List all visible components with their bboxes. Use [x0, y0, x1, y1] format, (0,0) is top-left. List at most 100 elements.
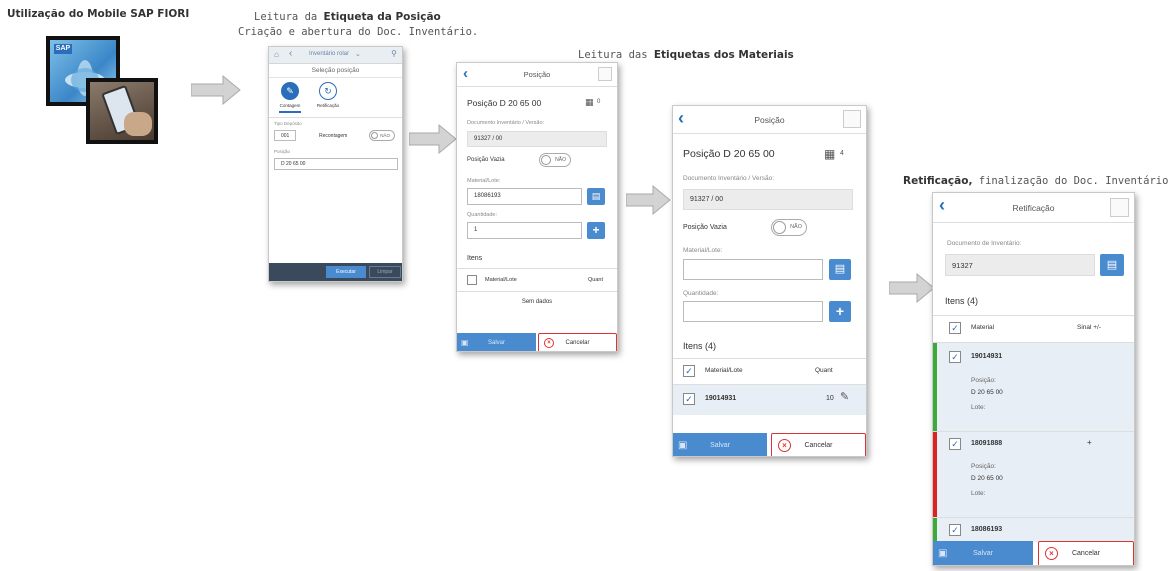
save-label: Salvar — [487, 340, 505, 346]
document-icon: ▤ — [1106, 259, 1118, 271]
tab-retificacao-label: Retificação — [316, 103, 340, 108]
back-icon[interactable]: ‹ — [289, 48, 292, 59]
posicao-vazia-label: Posição Vazia — [683, 224, 727, 231]
edit-icon[interactable]: ✎ — [840, 390, 849, 403]
cancel-button[interactable]: × Cancelar — [538, 333, 617, 351]
scan-button[interactable]: ▤ — [829, 259, 851, 280]
list-item[interactable] — [933, 518, 1134, 542]
divider — [457, 268, 617, 269]
close-icon: × — [544, 338, 554, 348]
recontagem-toggle[interactable]: NÃO — [369, 130, 395, 141]
select-all-checkbox[interactable] — [467, 275, 477, 285]
row-lote-label: Lote: — [971, 404, 986, 411]
save-button[interactable]: ▣ Salvar — [457, 333, 536, 351]
posicao-input[interactable]: D 20 65 00 — [274, 158, 398, 170]
caption-step4-bold: Retificação, — [903, 175, 973, 187]
add-button[interactable]: + — [587, 222, 605, 239]
screen-retificacao: ‹ Retificação Documento de Inventário: 9… — [932, 192, 1135, 566]
status-bar-ok — [933, 343, 937, 431]
tipo-deposito-input[interactable]: 001 — [274, 130, 296, 141]
limpar-button[interactable]: Limpar — [369, 266, 401, 278]
caption-step4-suffix: finalização do Doc. Inventário — [972, 175, 1169, 187]
screen-posicao-leitura: ‹ Posição Posição D 20 65 00 ▦ 4 Documen… — [672, 105, 867, 457]
material-input[interactable] — [683, 259, 823, 280]
search-icon[interactable]: ⚲ — [391, 49, 397, 58]
save-button[interactable]: ▣ Salvar — [933, 541, 1033, 565]
posicao-vazia-toggle[interactable]: NÃO — [771, 219, 807, 236]
footer-toolbar: Executar Limpar — [269, 263, 402, 281]
doc-value: 91327 / 00 — [690, 196, 724, 203]
cancel-button[interactable]: × Cancelar — [1038, 541, 1134, 565]
row-posicao-label: Posição: — [971, 463, 996, 470]
menu-button[interactable] — [1110, 198, 1129, 217]
app-title: Inventário rolar — [309, 51, 350, 57]
col-quant: Quant — [815, 367, 833, 374]
cancel-label: Cancelar — [565, 340, 590, 346]
save-button[interactable]: ▣ Salvar — [673, 433, 767, 456]
plus-icon: + — [835, 303, 845, 319]
quantidade-label: Quantidade: — [467, 212, 497, 218]
chevron-down-icon[interactable]: ⌄ — [355, 50, 361, 58]
row-posicao-value: D 20 65 00 — [971, 475, 1003, 482]
page-title: Seleção posição — [269, 64, 402, 78]
arrow-right-icon — [409, 124, 457, 154]
cancel-button[interactable]: × Cancelar — [771, 433, 866, 456]
menu-button[interactable] — [843, 110, 861, 128]
doc-value: 91327 / 00 — [474, 136, 503, 142]
close-icon: × — [778, 439, 791, 452]
caption-step3-prefix: Leitura das — [578, 49, 654, 61]
row-material: 19014931 — [971, 353, 1003, 360]
plus-icon: + — [592, 223, 600, 237]
list-item[interactable] — [933, 432, 1134, 517]
divider — [457, 291, 617, 292]
select-all-checkbox[interactable]: ✓ — [949, 322, 961, 334]
icon-tab-bar: ✎ Contagem ↻ Retificação — [269, 78, 402, 118]
col-quant: Quant — [588, 277, 603, 283]
screen-title: Posição — [523, 70, 551, 79]
tab-contagem[interactable]: ✎ — [281, 82, 299, 100]
itens-heading: Itens — [467, 255, 483, 262]
tab-underline — [279, 111, 301, 113]
save-icon: ▣ — [938, 548, 948, 559]
row-checkbox[interactable]: ✓ — [949, 351, 961, 363]
screen-posicao-inicial: ‹ Posição Posição D 20 65 00 ▦ 0 Documen… — [456, 62, 618, 352]
select-all-checkbox[interactable]: ✓ — [683, 365, 695, 377]
close-icon: × — [1045, 547, 1058, 560]
posicao-vazia-toggle[interactable]: NÃO — [539, 153, 571, 167]
scan-button[interactable]: ▤ — [587, 188, 605, 205]
doc-label: Documento Inventário / Versão: — [467, 120, 545, 126]
row-checkbox[interactable]: ✓ — [683, 393, 695, 405]
caption-step2-prefix: Leitura da — [254, 11, 324, 23]
sap-logo: SAP — [54, 44, 72, 54]
home-icon[interactable]: ⌂ — [274, 50, 279, 59]
list-item[interactable] — [933, 343, 1134, 431]
calendar-icon: ▦ — [824, 147, 836, 161]
row-checkbox[interactable]: ✓ — [949, 438, 961, 450]
tab-retificacao[interactable]: ↻ — [319, 82, 337, 100]
menu-button[interactable] — [598, 67, 612, 81]
row-material: 19014931 — [705, 395, 737, 402]
row-quantity: 10 — [826, 395, 834, 402]
caption-step2: Leitura da Etiqueta da Posição — [254, 11, 441, 23]
executar-button[interactable]: Executar — [326, 266, 366, 278]
screen-header: ‹ Posição — [673, 106, 866, 134]
material-input[interactable]: 18086193 — [467, 188, 582, 205]
cancel-label: Cancelar — [1071, 550, 1100, 557]
form-area: Tipo Depósito 001 Recontagem NÃO Posição… — [269, 118, 402, 263]
toggle-knob — [773, 221, 786, 234]
arrow-right-icon — [626, 185, 671, 215]
quantidade-input[interactable] — [683, 301, 823, 322]
scan-button[interactable]: ▤ — [1100, 254, 1124, 276]
screen-header: ‹ Retificação — [933, 193, 1134, 223]
posicao-vazia-label: Posição Vazia — [467, 157, 505, 163]
doc-label: Documento de Inventário: — [947, 240, 1022, 247]
status-bar-ok — [933, 518, 937, 542]
item-count: 0 — [597, 99, 601, 105]
quantidade-input[interactable]: 1 — [467, 222, 582, 239]
doc-field: 91327 / 00 — [467, 131, 607, 147]
add-button[interactable]: + — [829, 301, 851, 322]
row-checkbox[interactable]: ✓ — [949, 524, 961, 536]
table-row[interactable] — [673, 385, 866, 415]
save-icon: ▣ — [678, 440, 688, 451]
refresh-icon: ↻ — [324, 86, 332, 96]
